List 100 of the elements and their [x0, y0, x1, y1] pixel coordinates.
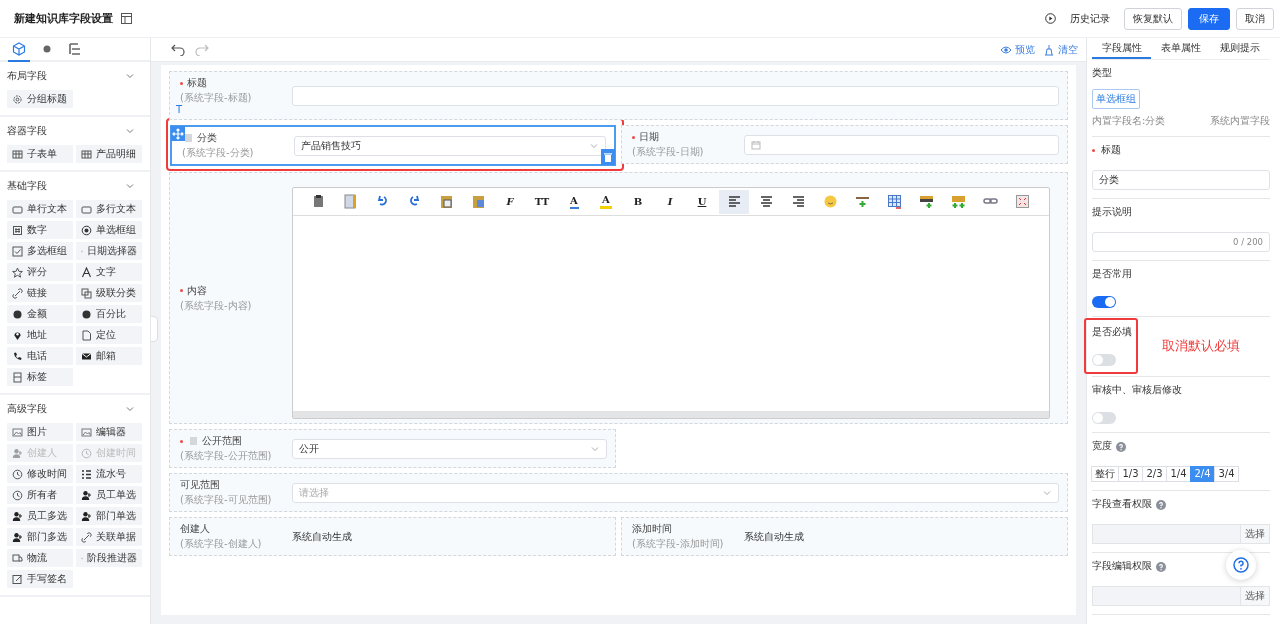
width-option[interactable]: 3/4: [1214, 466, 1239, 482]
field-type-item[interactable]: 图片: [7, 423, 73, 441]
field-type-item[interactable]: 单行文本: [7, 200, 73, 218]
trash-icon[interactable]: [603, 151, 613, 163]
field-type-item[interactable]: 手写签名: [7, 570, 73, 588]
editor-tool[interactable]: A: [559, 189, 589, 214]
field-type-item[interactable]: 电话: [7, 347, 73, 365]
permission-field[interactable]: [1092, 586, 1241, 606]
field-type-item[interactable]: 关联单据: [76, 528, 142, 546]
field-label: 日期: [639, 130, 659, 144]
align-right-icon: [790, 194, 806, 209]
editor-tool[interactable]: B: [623, 189, 653, 214]
field-type-item[interactable]: 地址: [7, 326, 73, 344]
save-button[interactable]: 保存: [1188, 7, 1230, 30]
image-icon: [81, 426, 92, 438]
field-type-item[interactable]: 评分: [7, 263, 73, 281]
width-option[interactable]: 2/3: [1142, 466, 1167, 482]
field-type-item[interactable]: 标签: [7, 368, 73, 386]
letter-a-icon: [81, 266, 92, 278]
select-button[interactable]: 选择: [1241, 524, 1270, 544]
header-button[interactable]: 恢复默认: [1124, 7, 1182, 30]
permission-field[interactable]: [1092, 524, 1241, 544]
editor-tool[interactable]: U: [687, 189, 717, 214]
form-field[interactable]: 创建人 (系统字段-创建人) 系统自动生成: [169, 517, 616, 556]
header-button[interactable]: 取消: [1236, 7, 1274, 30]
collapse-handle[interactable]: [151, 316, 158, 342]
property-label: 字段编辑权限: [1092, 560, 1152, 573]
layout-icon[interactable]: [121, 13, 132, 24]
text-input[interactable]: [292, 85, 1059, 106]
toggle-switch[interactable]: [1092, 412, 1116, 424]
rich-text-editor[interactable]: F TT A A B I U: [292, 187, 1050, 419]
form-field[interactable]: 标题 (系统字段-标题) T: [169, 71, 1068, 120]
panel-tab[interactable]: 规则提示: [1210, 38, 1270, 59]
field-type-item[interactable]: 修改时间: [7, 465, 73, 483]
chevron-icon[interactable]: [125, 181, 135, 191]
chevron-icon[interactable]: [125, 71, 135, 81]
field-type-item[interactable]: 文字: [76, 263, 142, 281]
field-type-item[interactable]: 链接: [7, 284, 73, 302]
field-type-item[interactable]: 部门单选: [76, 507, 142, 525]
chevron-icon[interactable]: [125, 404, 135, 414]
field-type-item[interactable]: 邮箱: [76, 347, 142, 365]
date-field[interactable]: [744, 134, 1059, 155]
field-type-item[interactable]: 多选框组: [7, 242, 73, 260]
field-type-item[interactable]: 日期选择器: [76, 242, 142, 260]
play-icon[interactable]: [1045, 13, 1056, 24]
field-type-item[interactable]: 多行文本: [76, 200, 142, 218]
field-type-item[interactable]: 员工单选: [76, 486, 142, 504]
field-type-item[interactable]: 物流: [7, 549, 73, 567]
field-type-item[interactable]: 定位: [76, 326, 142, 344]
toggle-switch[interactable]: [1092, 354, 1116, 366]
clipboard-icon: [438, 194, 454, 209]
select-field[interactable]: 公开: [292, 438, 607, 459]
field-type-item[interactable]: 部门多选: [7, 528, 73, 546]
toggle-switch[interactable]: [1092, 296, 1116, 308]
description-field[interactable]: 0 / 200: [1092, 232, 1270, 252]
width-option[interactable]: 整行: [1091, 466, 1119, 482]
person-icon: [12, 510, 23, 522]
panel-tab[interactable]: 字段属性: [1092, 38, 1152, 59]
form-field[interactable]: 日期 (系统字段-日期): [621, 125, 1068, 164]
field-type-item[interactable]: 员工多选: [7, 507, 73, 525]
form-field[interactable]: 可见范围 (系统字段-可见范围) 请选择: [169, 473, 1068, 512]
title-input[interactable]: 分类: [1092, 170, 1270, 190]
editor-tool[interactable]: A: [591, 189, 621, 214]
chevron-icon[interactable]: [125, 126, 135, 136]
history-link[interactable]: 历史记录: [1062, 11, 1118, 26]
textbox-icon: [12, 203, 23, 215]
form-field[interactable]: 分类 (系统字段-分类) 产品销售技巧: [170, 125, 616, 166]
field-type-item[interactable]: 分组标题: [7, 90, 73, 108]
undo-icon[interactable]: [171, 43, 185, 56]
field-type-item[interactable]: 阶段推进器: [76, 549, 142, 567]
move-icon[interactable]: [172, 127, 184, 140]
help-icon[interactable]: [1116, 441, 1126, 452]
property-label: 是否常用: [1092, 268, 1132, 281]
field-type-item[interactable]: 产品明细: [76, 145, 142, 163]
field-type-item[interactable]: 数字: [7, 221, 73, 239]
toolbar-link[interactable]: 预览: [1000, 42, 1035, 57]
field-type-item[interactable]: 级联分类: [76, 284, 142, 302]
help-icon[interactable]: [1156, 499, 1166, 510]
editor-tool[interactable]: F: [495, 189, 525, 214]
field-type-item[interactable]: 百分比: [76, 305, 142, 323]
redo-icon[interactable]: [195, 43, 209, 56]
editor-tool[interactable]: I: [655, 189, 685, 214]
field-type-item[interactable]: 子表单: [7, 145, 73, 163]
width-option[interactable]: 1/3: [1118, 466, 1143, 482]
field-type-item[interactable]: 单选框组: [76, 221, 142, 239]
field-type-item[interactable]: 流水号: [76, 465, 142, 483]
select-button[interactable]: 选择: [1241, 586, 1270, 606]
form-field[interactable]: 添加时间 (系统字段-添加时间) 系统自动生成: [621, 517, 1068, 556]
field-type-item[interactable]: 金额: [7, 305, 73, 323]
editor-tool[interactable]: TT: [527, 189, 557, 214]
form-field[interactable]: 内容 (系统字段-内容) F TT A A B I U: [169, 172, 1068, 424]
toolbar-link[interactable]: 清空: [1043, 42, 1078, 57]
field-type-item[interactable]: 编辑器: [76, 423, 142, 441]
panel-tab[interactable]: 表单属性: [1151, 38, 1211, 59]
form-field[interactable]: 公开范围 (系统字段-公开范围) 公开: [169, 429, 616, 468]
select-field[interactable]: 产品销售技巧: [294, 135, 606, 156]
field-type-item[interactable]: 所有者: [7, 486, 73, 504]
help-button[interactable]: [1226, 550, 1256, 580]
help-icon[interactable]: [1156, 561, 1166, 572]
editor-tool[interactable]: [719, 189, 749, 214]
